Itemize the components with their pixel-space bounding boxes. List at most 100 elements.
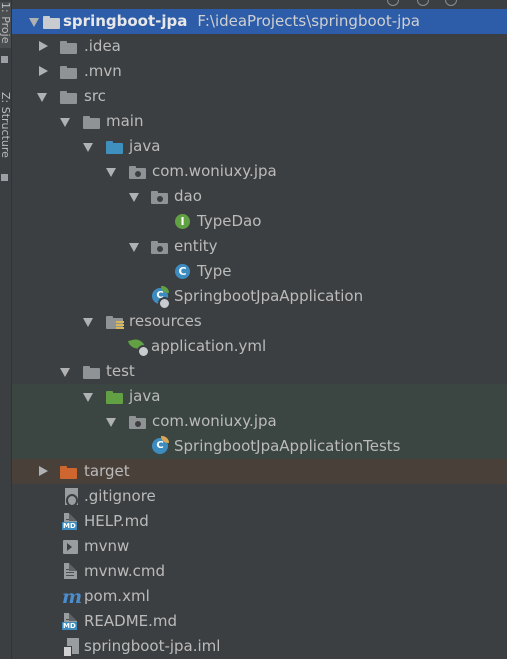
- expand-arrow-icon[interactable]: [83, 309, 95, 334]
- tree-row-help-md[interactable]: MD HELP.md: [12, 509, 507, 534]
- tree-row-idea[interactable]: .idea: [12, 34, 507, 59]
- tree-row-application[interactable]: C SpringbootJpaApplication: [12, 284, 507, 310]
- tree-row-gitignore[interactable]: .gitignore: [12, 484, 507, 509]
- tree-row-dao[interactable]: dao: [12, 184, 507, 209]
- tree-row-main-java[interactable]: java: [12, 134, 507, 159]
- tree-label: springboot-jpa.iml: [84, 637, 221, 655]
- expand-arrow-icon[interactable]: [37, 84, 49, 109]
- tree-row-type[interactable]: C Type: [12, 259, 507, 284]
- folder-icon: [83, 366, 100, 379]
- tree-row-application-yml[interactable]: application.yml: [12, 334, 507, 359]
- maven-icon: m: [62, 586, 83, 608]
- package-icon: [129, 416, 146, 429]
- test-class-icon: C: [152, 436, 170, 456]
- expand-arrow-icon[interactable]: [29, 9, 41, 34]
- tool-window-strip: 1: Proje Z: Structure: [0, 0, 12, 659]
- text-file-icon: [64, 563, 77, 579]
- expand-arrow-icon[interactable]: [83, 134, 95, 159]
- package-icon: [151, 191, 168, 204]
- tree-row-src[interactable]: src: [12, 84, 507, 109]
- tree-row-mvn[interactable]: .mvn: [12, 59, 507, 84]
- structure-tab-marker-icon: [1, 174, 8, 181]
- excluded-folder-icon: [60, 466, 77, 479]
- tree-label: Type: [197, 262, 232, 280]
- tree-label: java: [129, 137, 161, 155]
- collapse-arrow-icon[interactable]: [37, 34, 49, 59]
- tree-row-entity[interactable]: entity: [12, 234, 507, 259]
- tree-row-application-tests[interactable]: C SpringbootJpaApplicationTests: [12, 434, 507, 459]
- tree-label: target: [84, 462, 130, 480]
- class-icon: C: [175, 264, 190, 279]
- tree-label: application.yml: [151, 337, 267, 355]
- expand-arrow-icon[interactable]: [106, 159, 118, 184]
- settings-icon[interactable]: [445, 0, 457, 6]
- tree-label: pom.xml: [84, 587, 150, 605]
- collapse-arrow-icon[interactable]: [37, 459, 49, 484]
- tree-row-test-java[interactable]: java: [12, 384, 507, 409]
- tree-label: SpringbootJpaApplicationTests: [174, 437, 401, 455]
- folder-icon: [60, 66, 77, 79]
- tree-label: test: [106, 362, 135, 380]
- module-folder-icon: [43, 16, 60, 29]
- tree-label: .idea: [84, 37, 121, 55]
- spring-boot-class-icon: C: [152, 286, 171, 310]
- package-icon: [151, 241, 168, 254]
- source-folder-icon: [106, 141, 123, 154]
- tree-row-test[interactable]: test: [12, 359, 507, 384]
- gitignore-file-icon: [65, 488, 78, 507]
- tree-label: mvnw: [84, 537, 130, 555]
- tree-label: src: [84, 87, 106, 105]
- tree-row-readme[interactable]: MD README.md: [12, 609, 507, 634]
- tree-row-test-package[interactable]: com.woniuxy.jpa: [12, 409, 507, 434]
- resources-folder-icon: [106, 316, 124, 330]
- tree-row-typedao[interactable]: I TypeDao: [12, 209, 507, 234]
- tree-row-iml[interactable]: springboot-jpa.iml: [12, 634, 507, 659]
- expand-arrow-icon[interactable]: [129, 234, 141, 259]
- expand-arrow-icon[interactable]: [83, 384, 95, 409]
- project-tool-tab[interactable]: 1: Proje: [0, 2, 12, 48]
- tree-row-pom[interactable]: m pom.xml: [12, 584, 507, 609]
- tree-label: TypeDao: [197, 212, 262, 230]
- tree-label: main: [106, 112, 144, 130]
- tree-label: com.woniuxy.jpa: [152, 412, 277, 430]
- project-tab-marker-icon: [1, 56, 8, 63]
- expand-arrow-icon[interactable]: [129, 184, 141, 209]
- markdown-file-icon: MD: [62, 613, 77, 630]
- expand-arrow-icon[interactable]: [60, 359, 72, 384]
- tree-label: .gitignore: [84, 487, 156, 505]
- root-path: F:\ideaProjects\springboot-jpa: [197, 12, 420, 30]
- expand-arrow-icon[interactable]: [106, 409, 118, 434]
- root-label: springboot-jpa F:\ideaProjects\springboot…: [63, 12, 420, 30]
- tree-row-package[interactable]: com.woniuxy.jpa: [12, 159, 507, 184]
- collapse-icon[interactable]: [417, 0, 429, 6]
- tree-label: dao: [174, 187, 202, 205]
- tree-row-target[interactable]: target: [12, 459, 507, 484]
- tree-label: java: [129, 387, 161, 405]
- tree-label: resources: [129, 312, 202, 330]
- spring-config-icon: [127, 337, 151, 358]
- tree-label: mvnw.cmd: [84, 562, 166, 580]
- package-icon: [129, 166, 146, 179]
- markdown-file-icon: MD: [62, 513, 77, 530]
- interface-icon: I: [175, 214, 190, 229]
- tree-label: HELP.md: [84, 512, 149, 530]
- tree-row-mvnw[interactable]: mvnw: [12, 534, 507, 559]
- tree-root-row[interactable]: springboot-jpa F:\ideaProjects\springboot…: [12, 9, 507, 34]
- project-toolbar: [12, 0, 507, 7]
- project-tree: springboot-jpa F:\ideaProjects\springboot…: [12, 9, 507, 659]
- tree-label: README.md: [84, 612, 178, 630]
- folder-icon: [83, 116, 100, 129]
- shell-script-icon: [63, 540, 78, 554]
- folder-icon: [60, 41, 77, 54]
- locate-icon[interactable]: [387, 0, 399, 6]
- structure-tool-tab[interactable]: Z: Structure: [0, 92, 12, 158]
- expand-arrow-icon[interactable]: [60, 109, 72, 134]
- tree-row-main[interactable]: main: [12, 109, 507, 134]
- collapse-arrow-icon[interactable]: [37, 59, 49, 84]
- module-file-icon: [63, 638, 79, 657]
- tree-row-resources[interactable]: resources: [12, 309, 507, 334]
- tree-row-mvnw-cmd[interactable]: mvnw.cmd: [12, 559, 507, 584]
- tree-label: SpringbootJpaApplication: [174, 287, 364, 305]
- tree-label: entity: [174, 237, 218, 255]
- tree-label: com.woniuxy.jpa: [152, 162, 277, 180]
